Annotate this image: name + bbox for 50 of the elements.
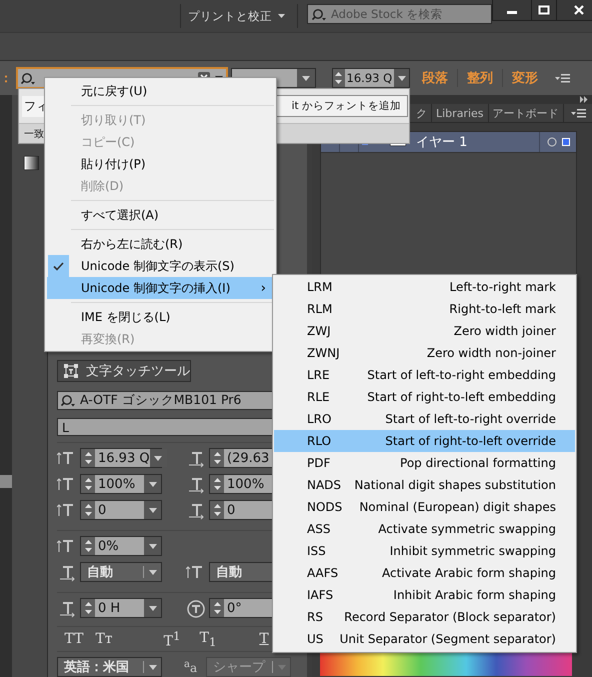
control-code: RLE (307, 390, 331, 404)
code-description: Inhibit Arabic form shaping (393, 588, 556, 602)
code-description: National digit shapes substitution (354, 478, 556, 492)
field-value: 0 (97, 502, 108, 518)
field-value: (29.63 (226, 450, 270, 466)
code-description: Nominal (European) digit shapes (359, 500, 556, 514)
control-code: ZWNJ (307, 346, 341, 360)
field-value: 0% (97, 538, 120, 554)
code-description: Record Separator (Block separator) (344, 610, 556, 624)
code-description: Start of right-to-left embedding (367, 390, 556, 404)
field-value: 英語：米国 (63, 659, 130, 676)
control-code: NADS (307, 478, 342, 492)
code-description: Zero width non-joiner (426, 346, 556, 360)
antialias-label: $^{a}$a (184, 659, 198, 675)
control-code: ISS (307, 544, 327, 558)
code-description: Start of left-to-right embedding (367, 368, 556, 382)
field-value: 100% (226, 476, 266, 492)
control-code: ZWJ (307, 324, 332, 338)
field-value: 0 H (97, 600, 122, 616)
field-value: 16.93 Q (97, 450, 150, 466)
field-value: 自動 (86, 564, 114, 582)
control-code: IAFS (307, 588, 334, 602)
code-description: Inhibit symmetric swapping (390, 544, 556, 558)
code-description: Activate symmetric swapping (378, 522, 556, 536)
code-description: Left-to-right mark (450, 280, 556, 294)
control-code: RS (307, 610, 324, 624)
code-description: Start of left-to-right override (385, 412, 556, 426)
control-code: RLO (307, 434, 332, 448)
control-code: NODS (307, 500, 344, 514)
code-description: Pop directional formatting (400, 456, 556, 470)
code-description: Unit Separator (Segment separator) (340, 632, 556, 646)
control-code: PDF (307, 456, 332, 470)
field-value: 自動 (215, 564, 243, 582)
control-code: ASS (307, 522, 332, 536)
code-description: Right-to-left mark (449, 302, 556, 316)
control-code: LRE (307, 368, 331, 382)
field-value: 100% (97, 476, 136, 492)
code-description: Zero width joiner (454, 324, 556, 338)
field-value: シャープ (212, 659, 266, 676)
control-code: AAFS (307, 566, 340, 580)
control-code: LRM (307, 280, 334, 294)
code-description: Activate Arabic form shaping (382, 566, 556, 580)
control-code: US (307, 632, 324, 646)
field-label: ： (0, 70, 13, 86)
field-value: 0° (226, 600, 243, 616)
control-code: RLM (307, 302, 334, 316)
match-label: 一致 (24, 128, 44, 140)
control-code: LRO (307, 412, 332, 426)
field-value: 0 (226, 502, 236, 518)
code-description: Start of right-to-left override (385, 434, 556, 448)
